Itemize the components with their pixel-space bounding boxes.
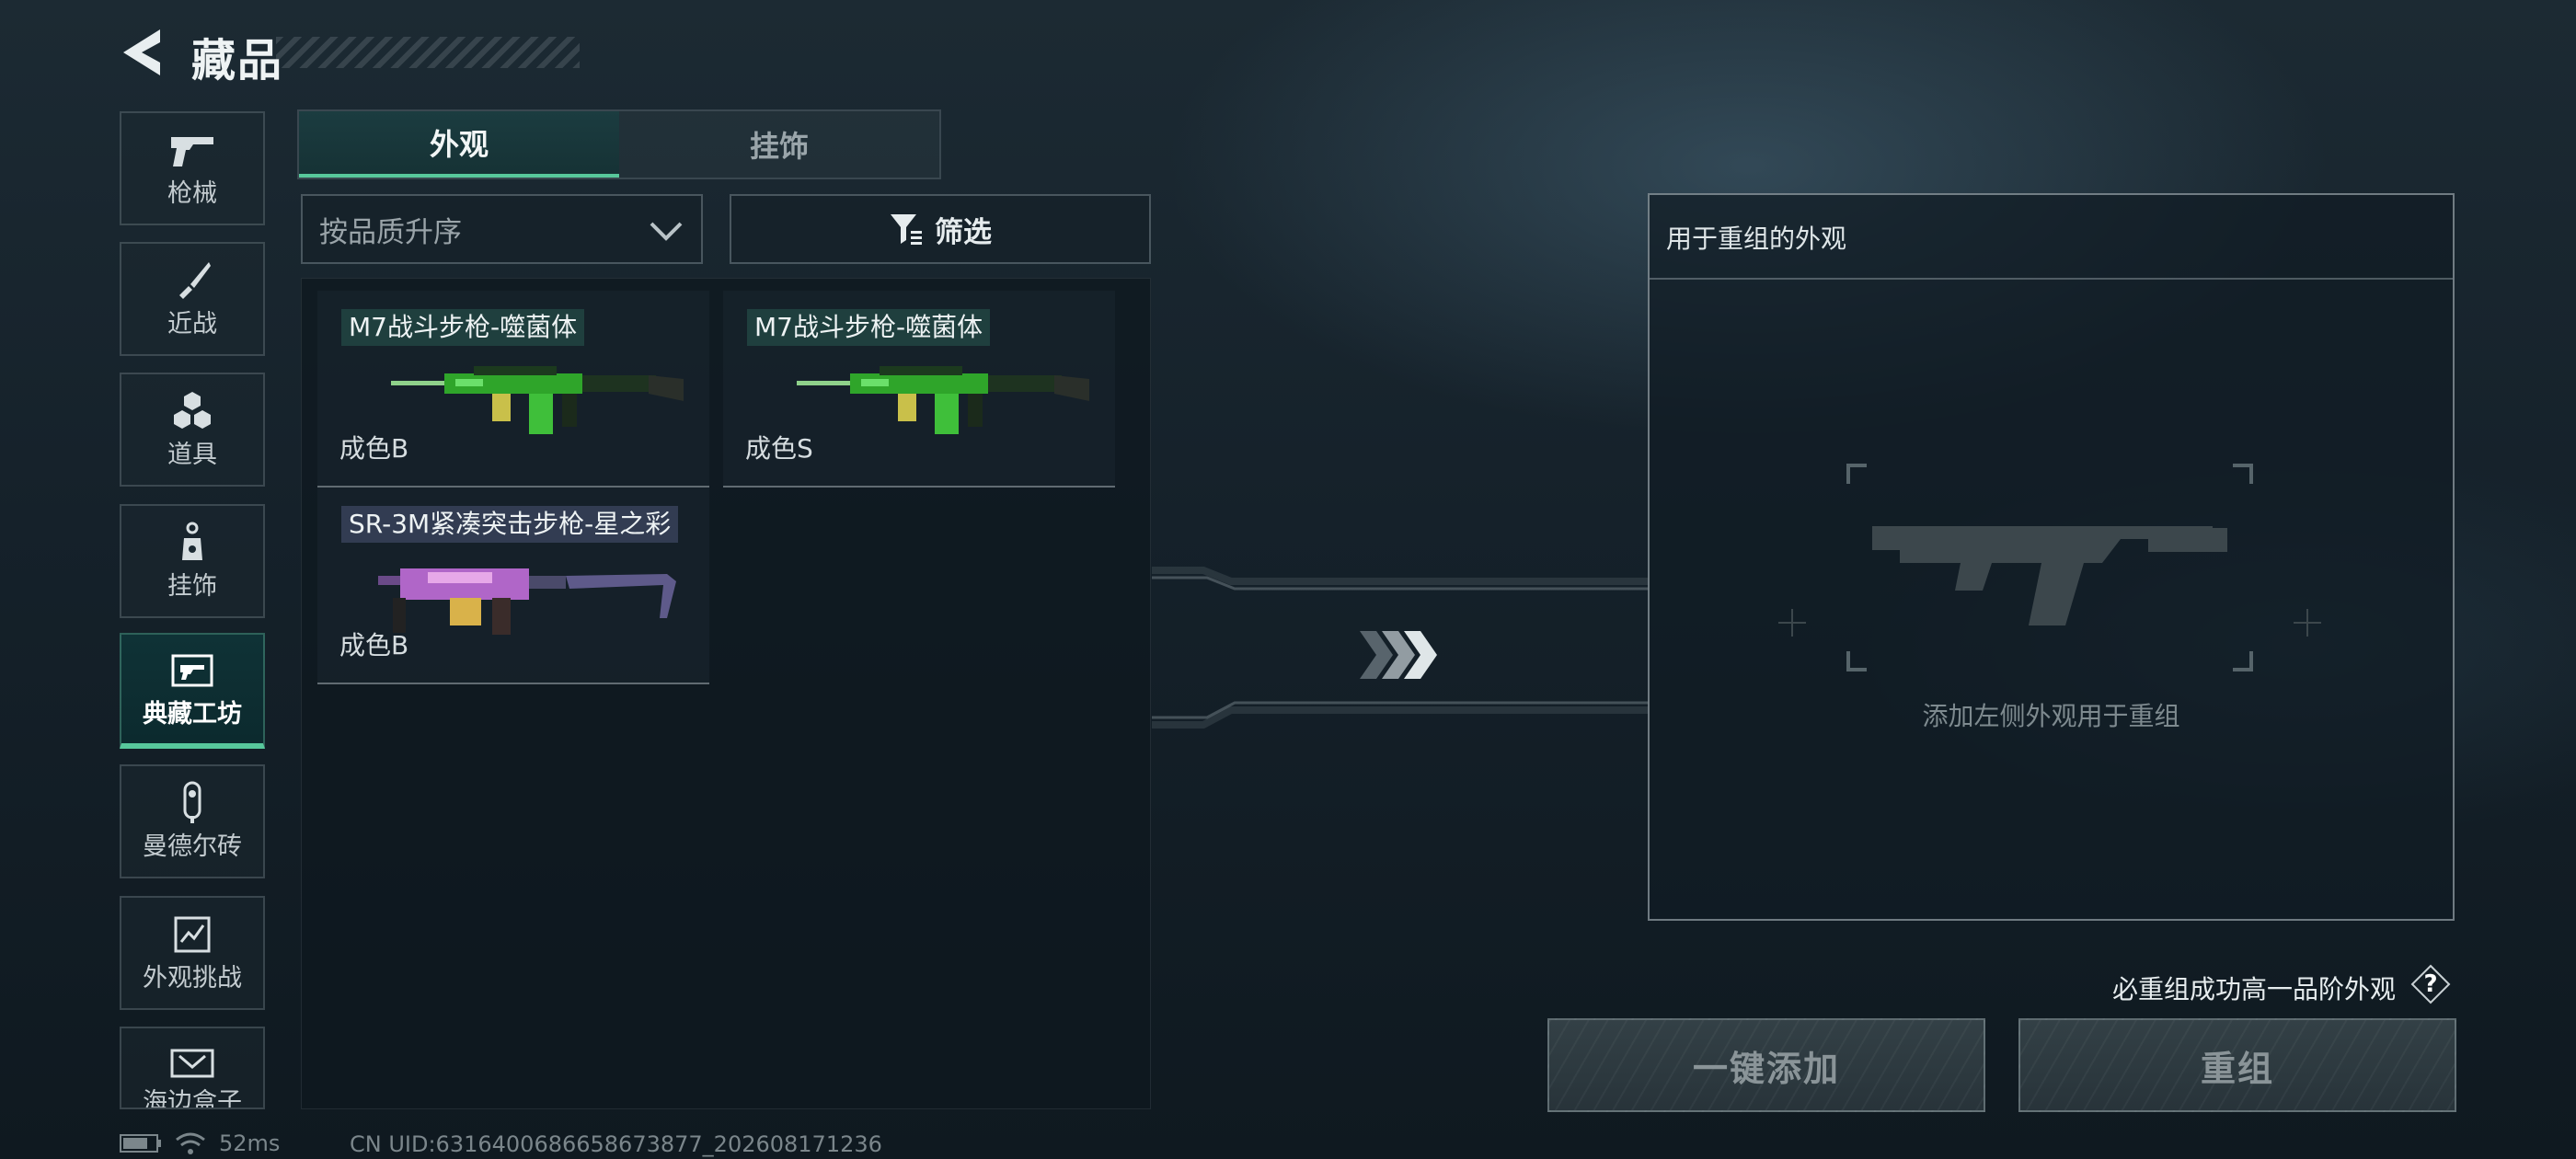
slot-marker-right xyxy=(2294,609,2321,637)
status-bar: 52ms xyxy=(120,1130,280,1157)
sidebar-item-label: 外观挑战 xyxy=(143,963,242,993)
skin-grade: 成色S xyxy=(745,433,813,464)
sidebar-item-guns[interactable]: 枪械 xyxy=(120,111,265,225)
recombine-title: 用于重组的外观 xyxy=(1666,224,1847,254)
rifle-image xyxy=(378,568,676,635)
skin-card[interactable]: SR-3M紧凑突击步枪-星之彩 成色B xyxy=(317,488,709,684)
sort-dropdown[interactable]: 按品质升序 xyxy=(301,194,703,264)
filter-button[interactable]: 筛选 xyxy=(730,194,1151,264)
battery-icon xyxy=(120,1134,161,1153)
rifle-image xyxy=(797,366,1089,434)
sidebar-item-mandel-brick[interactable]: 曼德尔砖 xyxy=(120,764,265,878)
page-title: 藏品 xyxy=(191,35,284,86)
box-icon xyxy=(167,1047,218,1080)
sidebar-item-melee[interactable]: 近战 xyxy=(120,242,265,356)
sidebar-item-box[interactable]: 海边盒子 xyxy=(120,1027,265,1109)
skin-name: M7战斗步枪-噬菌体 xyxy=(747,309,991,346)
sidebar-item-tools[interactable]: 道具 xyxy=(120,373,265,487)
sort-value: 按品质升序 xyxy=(319,215,462,249)
sidebar-item-label: 道具 xyxy=(167,440,217,469)
chevron-down-icon xyxy=(650,222,683,241)
filter-icon xyxy=(891,214,922,245)
tab-charms[interactable]: 挂饰 xyxy=(619,111,939,178)
sidebar-item-label: 曼德尔砖 xyxy=(143,832,242,861)
sidebar-item-label: 挂饰 xyxy=(167,571,217,601)
charm-icon xyxy=(167,522,218,564)
tab-bar: 外观 挂饰 xyxy=(297,109,941,179)
empty-skin-slot[interactable] xyxy=(1845,462,2255,673)
sidebar-item-label: 近战 xyxy=(167,309,217,339)
recombine-hint: 添加左侧外观用于重组 xyxy=(1922,701,2180,731)
tab-appearance[interactable]: 外观 xyxy=(299,111,619,178)
ping-value: 52ms xyxy=(219,1130,281,1156)
back-button[interactable] xyxy=(118,28,166,77)
grenade-cluster-icon xyxy=(167,390,218,432)
sidebar-item-charms[interactable]: 挂饰 xyxy=(120,504,265,618)
rifle-image xyxy=(391,366,684,434)
add-all-button[interactable]: 一键添加 xyxy=(1547,1018,1985,1112)
guarantee-text: 必重组成功高一品阶外观 xyxy=(2112,974,2397,1004)
sidebar-item-workshop[interactable]: 典藏工坊 xyxy=(120,633,265,749)
sidebar-item-skin-challenge[interactable]: 外观挑战 xyxy=(120,896,265,1010)
skin-card[interactable]: M7战斗步枪-噬菌体 成色B xyxy=(317,291,709,488)
sidebar-item-label: 典藏工坊 xyxy=(143,699,242,729)
mandel-brick-icon xyxy=(167,781,218,824)
help-label: ? xyxy=(2423,970,2438,998)
pistol-icon xyxy=(167,129,218,171)
user-uid: CN UID:6316400686658673877_202608171236 xyxy=(350,1131,882,1157)
skin-card[interactable]: M7战斗步枪-噬菌体 成色S xyxy=(723,291,1115,488)
title-decoration xyxy=(276,37,580,68)
recombine-label: 重组 xyxy=(2200,1048,2274,1089)
slot-marker-left xyxy=(1778,609,1806,637)
recombine-button[interactable]: 重组 xyxy=(2018,1018,2456,1112)
skin-name: M7战斗步枪-噬菌体 xyxy=(341,309,585,346)
triple-chevron-icon xyxy=(1360,631,1437,679)
skin-grade: 成色B xyxy=(339,433,409,464)
filter-label: 筛选 xyxy=(935,215,992,249)
add-all-label: 一键添加 xyxy=(1692,1048,1840,1089)
back-arrow-icon xyxy=(123,29,160,75)
sidebar-item-label: 海边盒子 xyxy=(143,1088,242,1109)
skin-grade: 成色B xyxy=(339,630,409,660)
skin-name: SR-3M紧凑突击步枪-星之彩 xyxy=(341,506,679,543)
recombine-panel: 用于重组的外观 添加左侧外观用于重组 xyxy=(1648,193,2455,921)
help-button[interactable]: ? xyxy=(2410,964,2451,1004)
knife-icon xyxy=(167,259,218,302)
wifi-icon xyxy=(176,1132,205,1154)
sidebar-item-label: 枪械 xyxy=(167,178,217,208)
recombine-header: 用于重组的外观 xyxy=(1650,195,2453,280)
challenge-chart-icon xyxy=(167,913,218,956)
workshop-card-icon xyxy=(167,649,218,692)
